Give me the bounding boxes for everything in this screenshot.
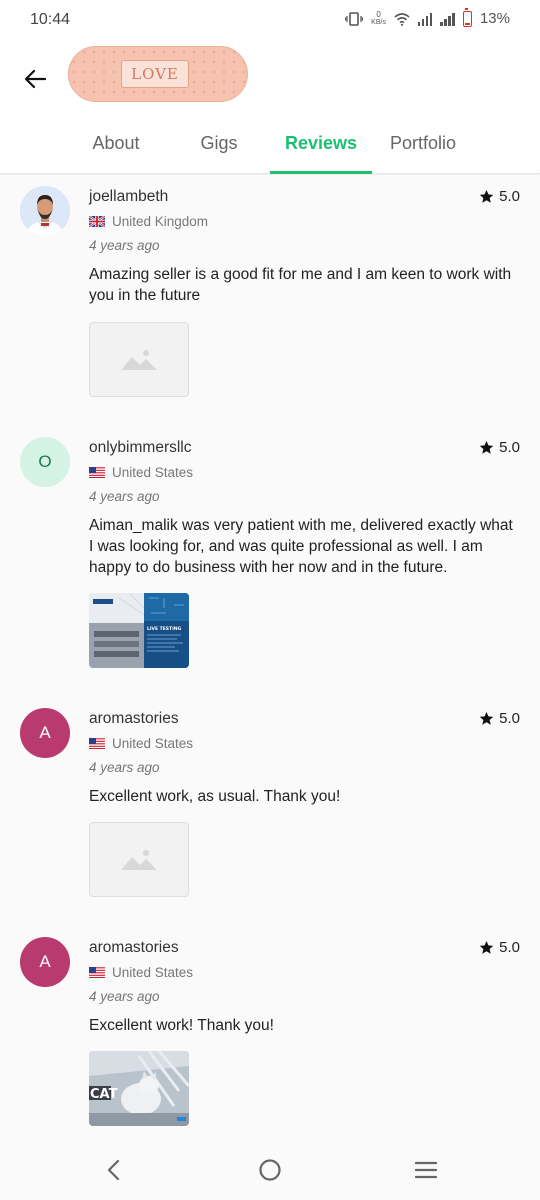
review-time: 4 years ago (89, 760, 160, 775)
image-placeholder-icon (121, 849, 157, 870)
review-text: Excellent work! Thank you! (89, 1017, 274, 1034)
review-username[interactable]: onlybimmersllc (89, 439, 192, 457)
review-rating: 5.0 (479, 710, 520, 727)
review-text: Aiman_malik was very patient with me, de… (89, 517, 513, 576)
review-attachment[interactable] (89, 322, 189, 397)
review-time: 4 years ago (89, 989, 160, 1004)
circle-home-icon (259, 1159, 281, 1181)
country-name: United States (112, 736, 194, 751)
profile-badge: LOVE (68, 46, 248, 102)
avatar-initial: A (39, 952, 51, 971)
badge-tag: LOVE (121, 60, 189, 88)
network-speed: 0 KB/s (371, 9, 386, 27)
wifi-icon (394, 12, 410, 26)
vibrate-icon (345, 11, 364, 26)
star-icon (479, 189, 494, 203)
review-item: A aromastories 5.0 United States 4 years… (0, 926, 540, 1141)
review-country: United States (89, 736, 193, 751)
chevron-left-icon (107, 1159, 120, 1181)
review-username[interactable]: aromastories (89, 939, 179, 957)
review-country: United States (89, 465, 193, 480)
review-rating: 5.0 (479, 439, 520, 456)
review-time: 4 years ago (89, 238, 160, 253)
review-attachment[interactable] (89, 822, 189, 897)
tab-gigs[interactable]: Gigs (168, 118, 270, 174)
review-attachment[interactable]: LIVE TESTING (89, 593, 189, 668)
app-header: LOVE (0, 40, 540, 118)
us-flag-icon (89, 738, 105, 749)
review-time: 4 years ago (89, 489, 160, 504)
arrow-left-icon (24, 69, 46, 89)
network-speed-unit: KB/s (371, 18, 386, 26)
rating-value: 5.0 (499, 939, 520, 956)
attachment-caption: LIVE TESTING (147, 626, 182, 632)
tab-about[interactable]: About (65, 118, 167, 174)
battery-icon (462, 7, 472, 27)
review-rating: 5.0 (479, 939, 520, 956)
review-username[interactable]: aromastories (89, 710, 179, 728)
review-username[interactable]: joellambeth (89, 188, 168, 206)
attachment-caption: CAT (90, 1087, 118, 1102)
review-item: joellambeth 5.0 United Kingdom 4 years a… (0, 175, 540, 425)
status-icons: 0 KB/s 13% (345, 7, 510, 27)
avatar[interactable]: A (20, 708, 70, 758)
signal-icon-2 (440, 12, 455, 26)
rating-value: 5.0 (499, 710, 520, 727)
star-icon (479, 940, 494, 954)
review-attachment[interactable]: CAT (89, 1051, 189, 1126)
uk-flag-icon (89, 216, 105, 227)
us-flag-icon (89, 967, 105, 978)
back-button[interactable] (20, 64, 50, 94)
avatar[interactable]: A (20, 937, 70, 987)
cat-website-screenshot-thumbnail: CAT (89, 1051, 189, 1126)
tab-portfolio[interactable]: Portfolio (372, 118, 474, 174)
avatar-initial: O (38, 452, 52, 471)
tab-reviews[interactable]: Reviews (270, 118, 372, 174)
us-flag-icon (89, 467, 105, 478)
profile-tabs: About Gigs Reviews Portfolio (0, 118, 540, 174)
user-photo-icon (20, 186, 70, 236)
nav-menu-button[interactable] (411, 1155, 441, 1185)
review-rating: 5.0 (479, 188, 520, 205)
avatar[interactable] (20, 186, 70, 236)
avatar[interactable]: O (20, 437, 70, 487)
star-icon (479, 440, 494, 454)
network-speed-value: 0 (376, 9, 381, 19)
system-nav-bar (0, 1141, 540, 1200)
avatar-initial: A (39, 723, 51, 742)
status-time: 10:44 (30, 11, 71, 28)
rating-value: 5.0 (499, 439, 520, 456)
signal-icon (417, 12, 433, 26)
rating-value: 5.0 (499, 188, 520, 205)
country-name: United States (112, 465, 194, 480)
review-text: Excellent work, as usual. Thank you! (89, 788, 341, 805)
review-text: Amazing seller is a good fit for me and … (89, 266, 512, 304)
country-name: United States (112, 965, 194, 980)
image-placeholder-icon (121, 349, 157, 370)
status-bar: 10:44 0 KB/s 13% (0, 0, 540, 40)
review-country: United Kingdom (89, 214, 208, 229)
website-screenshot-thumbnail: LIVE TESTING (89, 593, 189, 668)
review-country: United States (89, 965, 193, 980)
country-name: United Kingdom (112, 214, 209, 229)
nav-home-button[interactable] (255, 1155, 285, 1185)
review-item: O onlybimmersllc 5.0 United States 4 yea… (0, 426, 540, 696)
review-list[interactable]: joellambeth 5.0 United Kingdom 4 years a… (0, 175, 540, 1141)
star-icon (479, 711, 494, 725)
hamburger-menu-icon (415, 1161, 437, 1179)
battery-percent: 13% (479, 10, 510, 27)
nav-back-button[interactable] (99, 1155, 129, 1185)
review-item: A aromastories 5.0 United States 4 years… (0, 697, 540, 926)
